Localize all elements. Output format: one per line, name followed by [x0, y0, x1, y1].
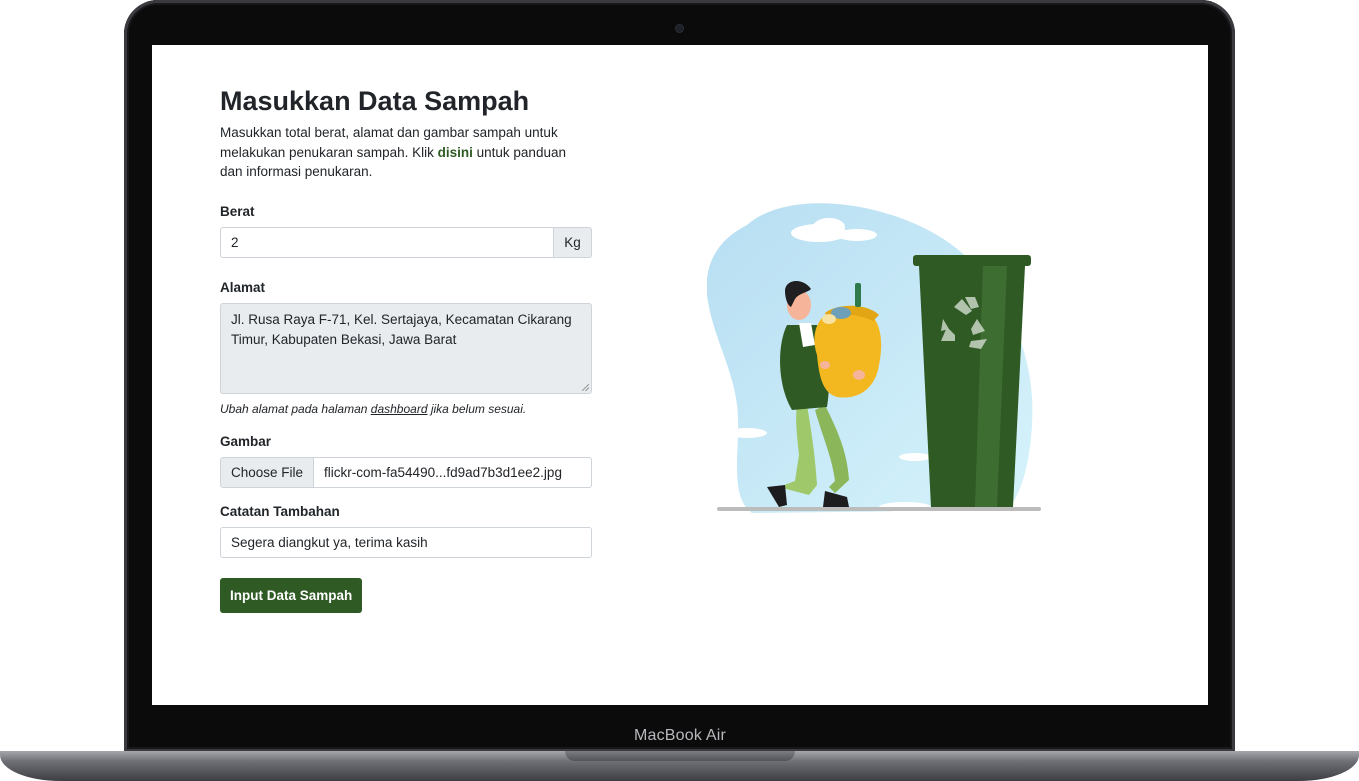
address-value: Jl. Rusa Raya F-71, Kel. Sertajaya, Keca…: [231, 311, 572, 347]
recycle-bin-icon: [913, 255, 1031, 507]
choose-file-button[interactable]: Choose File: [221, 457, 315, 487]
recycling-illustration: [707, 203, 1041, 513]
file-name: flickr-com-fa54490...fd9ad7b3d1ee2.jpg: [324, 464, 562, 480]
guide-link[interactable]: disini: [438, 145, 473, 160]
intro-text: Masukkan total berat, alamat dan gambar …: [220, 123, 592, 182]
weight-input[interactable]: 2: [220, 226, 554, 258]
weight-label: Berat: [220, 203, 255, 219]
file-input[interactable]: Choose File flickr-com-fa54490...fd9ad7b…: [220, 456, 592, 488]
address-hint: Ubah alamat pada halaman dashboard jika …: [220, 402, 592, 416]
address-group: Alamat Jl. Rusa Raya F-71, Kel. Sertajay…: [220, 280, 592, 416]
device-label: MacBook Air: [633, 727, 726, 744]
address-hint-end: jika belum sesuai.: [427, 401, 527, 416]
resize-grip-icon[interactable]: [582, 383, 589, 391]
notes-label: Catatan Tambahan: [220, 503, 340, 519]
ground: [717, 507, 1041, 511]
address-hint-start: Ubah alamat pada halaman: [220, 401, 371, 416]
camera-icon: [676, 25, 683, 32]
page-title: Masukkan Data Sampah: [220, 86, 530, 116]
notes-input[interactable]: Segera diangkut ya, terima kasih: [220, 526, 592, 558]
address-label: Alamat: [220, 279, 266, 295]
submit-button[interactable]: Input Data Sampah: [220, 577, 363, 613]
weight-input-row: 2 Kg: [220, 226, 592, 258]
weight-group: Berat 2 Kg: [220, 204, 592, 258]
image-group: Gambar Choose File flickr-com-fa54490...…: [220, 434, 592, 488]
laptop-notch: [565, 751, 795, 761]
dashboard-link[interactable]: dashboard: [371, 402, 428, 416]
address-textarea[interactable]: Jl. Rusa Raya F-71, Kel. Sertajaya, Keca…: [220, 302, 592, 394]
image-label: Gambar: [220, 433, 272, 449]
waste-form: Masukkan Data Sampah Masukkan total bera…: [220, 85, 592, 613]
weight-unit: Kg: [554, 226, 592, 258]
notes-group: Catatan Tambahan Segera diangkut ya, ter…: [220, 504, 592, 558]
screen: Masukkan Data Sampah Masukkan total bera…: [152, 45, 1208, 705]
